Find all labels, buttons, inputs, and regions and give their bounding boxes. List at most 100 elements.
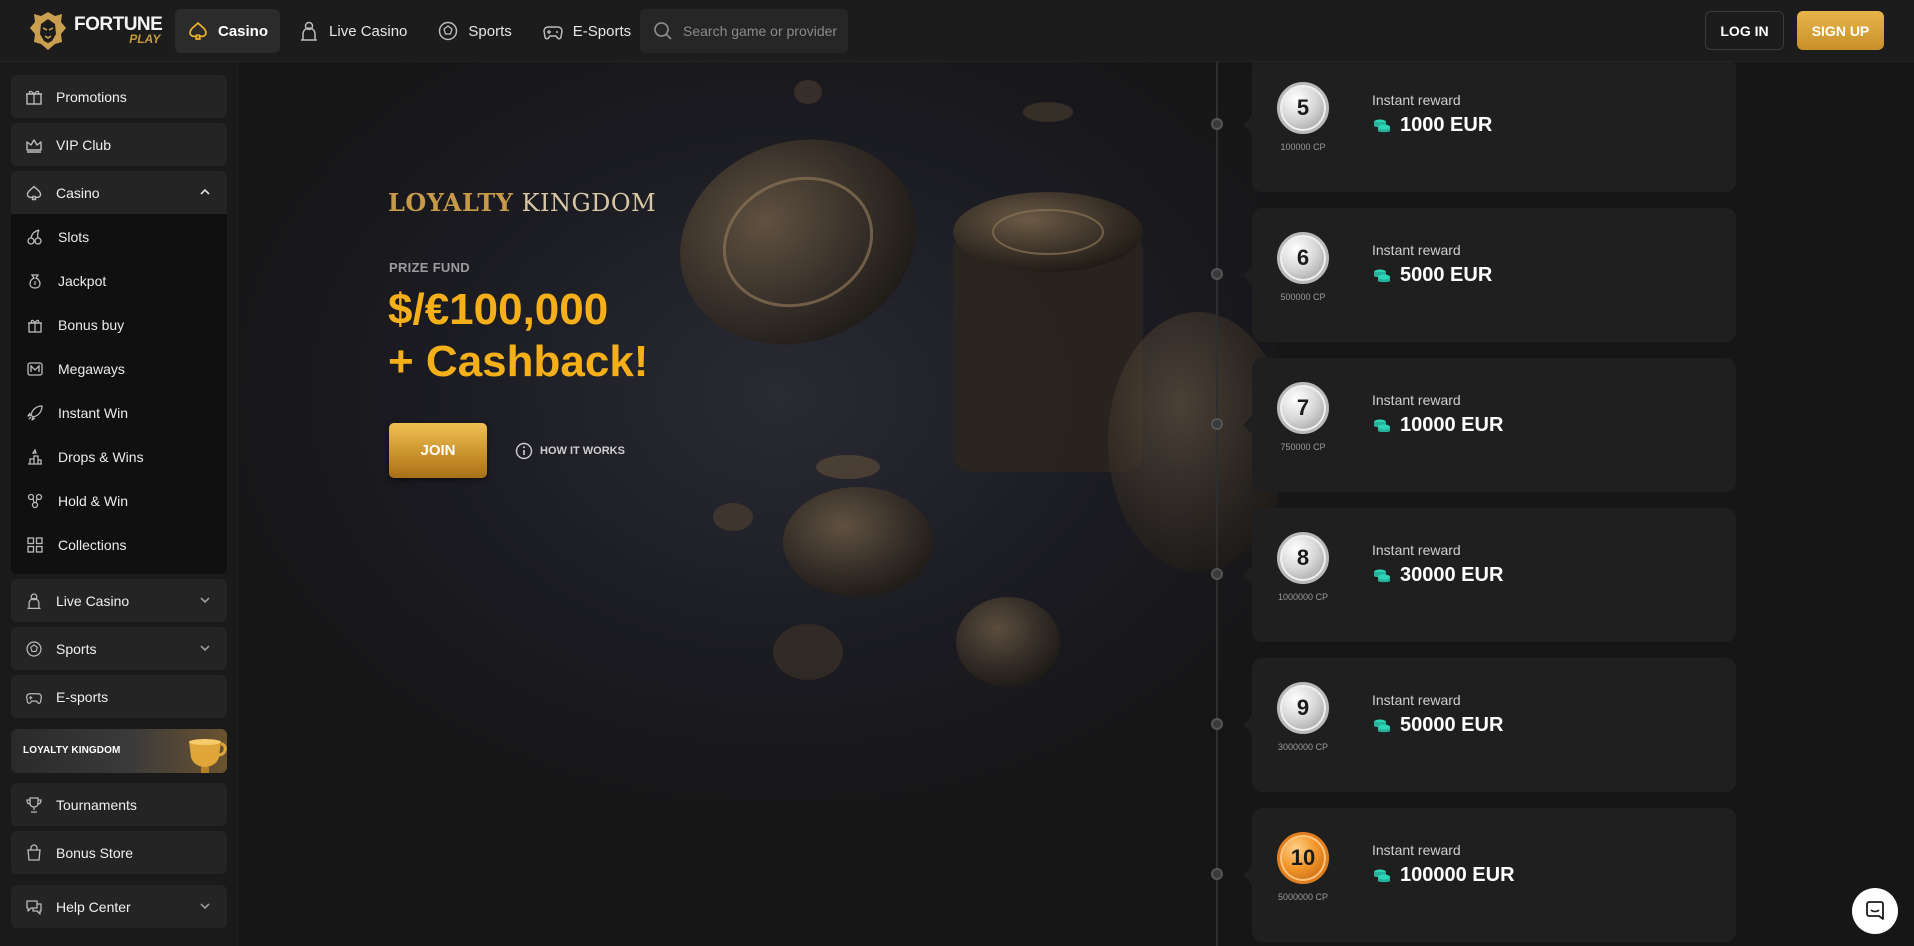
chevron-down-icon[interactable] [199,594,211,606]
submenu-item-collections[interactable]: Collections [26,530,126,560]
reward-label: Instant reward [1372,692,1461,708]
level-medal: 7 [1277,382,1329,434]
golden-cup-icon [189,739,227,773]
brand-part2: KINGDOM [521,189,657,217]
megaways-icon [27,362,43,376]
reward-value: 50000 EUR [1372,714,1503,737]
submenu-item-bonus-buy[interactable]: Bonus buy [26,310,124,340]
reward-label: Instant reward [1372,392,1461,408]
gift-box-icon [28,319,42,333]
sidebar-item-vip-club[interactable]: VIP Club [11,123,227,166]
submenu-item-label: Collections [58,537,127,553]
sidebar-item-label: Help Center [56,898,131,915]
gamepad-icon [26,692,42,704]
chat-icon [1866,901,1884,920]
submenu-item-label: Drops & Wins [58,449,144,465]
level-card-8: 8 1000000 CP Instant reward 30000 EUR [1243,508,1736,642]
submenu-item-label: Jackpot [58,273,107,289]
submenu-item-megaways[interactable]: Megaways [26,354,125,384]
live-chat-button[interactable] [1852,888,1898,934]
sidebar-item-tournaments[interactable]: Tournaments [11,783,227,826]
submenu-item-slots[interactable]: Slots [26,222,89,252]
how-it-works-label: HOW IT WORKS [540,445,625,457]
logo-subtext: PLAY [129,32,161,47]
login-button[interactable]: LOG IN [1705,11,1784,50]
grid-icon [27,537,43,553]
prize-line2: + Cashback! [388,337,649,386]
submenu-item-hold-win[interactable]: Hold & Win [26,486,128,516]
timeline-dot [1211,418,1223,430]
reward-value: 30000 EUR [1372,564,1503,587]
submenu-item-label: Bonus buy [58,317,125,333]
level-cp: 5000000 CP [1277,892,1329,902]
level-cp: 100000 CP [1280,142,1326,152]
top-bar: FORTUNE PLAY Casino Live Casino Sports E… [0,0,1914,62]
sidebar-item-live-casino[interactable]: Live Casino [11,579,227,622]
spade-icon [189,22,207,40]
level-cp: 1000000 CP [1277,592,1329,602]
coins-icon [1374,269,1390,282]
chevron-down-icon[interactable] [199,642,211,654]
submenu-item-label: Instant Win [58,405,129,421]
level-card-10: 10 5000000 CP Instant reward 100000 EUR [1243,808,1736,942]
prize-fund-label: PRIZE FUND [389,260,470,275]
level-medal: 5 [1277,82,1329,134]
loyalty-kingdom-title: LOYALTY KINGDOM [388,188,656,217]
nav-casino[interactable]: Casino [175,9,281,53]
shopping-bag-icon [27,843,41,861]
timeline-dot [1211,868,1223,880]
nav-sports[interactable]: Sports [425,9,523,53]
level-cp: 500000 CP [1280,292,1326,302]
chevron-up-icon[interactable] [199,186,211,198]
reward-label: Instant reward [1372,842,1461,858]
level-cp: 750000 CP [1280,442,1326,452]
reward-amount: 5000 EUR [1400,264,1493,286]
sidebar-item-help-center[interactable]: Help Center [11,885,227,928]
reward-value: 10000 EUR [1372,414,1503,437]
join-button[interactable]: JOIN [389,423,487,478]
drops-icon [28,448,42,465]
sidebar-item-promotions[interactable]: Promotions [11,75,227,118]
nav-esports-label: E-Sports [572,22,632,40]
coins-icon [1374,569,1390,582]
dealer-icon [27,592,41,609]
submenu-item-jackpot[interactable]: Jackpot [26,266,106,296]
main-nav: Casino Live Casino Sports E-Sports [175,9,643,53]
sidebar-item-bonus-store[interactable]: Bonus Store [11,831,227,874]
submenu-item-instant-win[interactable]: Instant Win [26,398,128,428]
reward-amount: 100000 EUR [1400,864,1515,886]
chevron-down-icon[interactable] [199,900,211,912]
sidebar-item-esports[interactable]: E-sports [11,675,227,718]
nav-esports[interactable]: E-Sports [530,9,643,53]
sidebar-item-label: Sports [56,640,97,657]
loyalty-banner-label: LOYALTY KINGDOM [23,745,121,756]
nav-live-casino-label: Live Casino [329,22,408,40]
nav-live-casino[interactable]: Live Casino [286,9,419,53]
sidebar-item-label: Tournaments [56,796,137,813]
sidebar-item-label: E-sports [56,688,109,705]
soccer-ball-icon [439,21,458,41]
info-icon [515,442,533,460]
search-input[interactable] [683,23,843,39]
coins-icon [1374,119,1390,132]
money-bag-icon [29,274,41,289]
signup-button[interactable]: SIGN UP [1797,11,1884,50]
sidebar-item-label: Promotions [56,88,127,105]
reward-value: 5000 EUR [1372,264,1492,287]
loyalty-kingdom-banner[interactable]: LOYALTY KINGDOM [11,729,227,773]
search-icon [654,22,672,40]
sidebar-item-casino[interactable]: Casino [11,171,227,214]
main-content: LOYALTY KINGDOM PRIZE FUND $/€100,000 + … [238,62,1914,946]
reward-amount: 10000 EUR [1400,414,1504,436]
site-logo[interactable]: FORTUNE PLAY [28,8,163,54]
sidebar-item-sports[interactable]: Sports [11,627,227,670]
sidebar-item-label: Casino [56,184,100,201]
reward-label: Instant reward [1372,542,1461,558]
search-box[interactable] [640,9,848,53]
rocket-icon [27,405,43,421]
sidebar: Promotions VIP Club Casino Slots Jackpot… [0,62,238,946]
level-card-6: 6 500000 CP Instant reward 5000 EUR [1243,208,1736,342]
submenu-item-drops-wins[interactable]: Drops & Wins [26,442,144,472]
sidebar-item-label: VIP Club [56,136,111,153]
how-it-works-link[interactable]: HOW IT WORKS [515,442,625,460]
